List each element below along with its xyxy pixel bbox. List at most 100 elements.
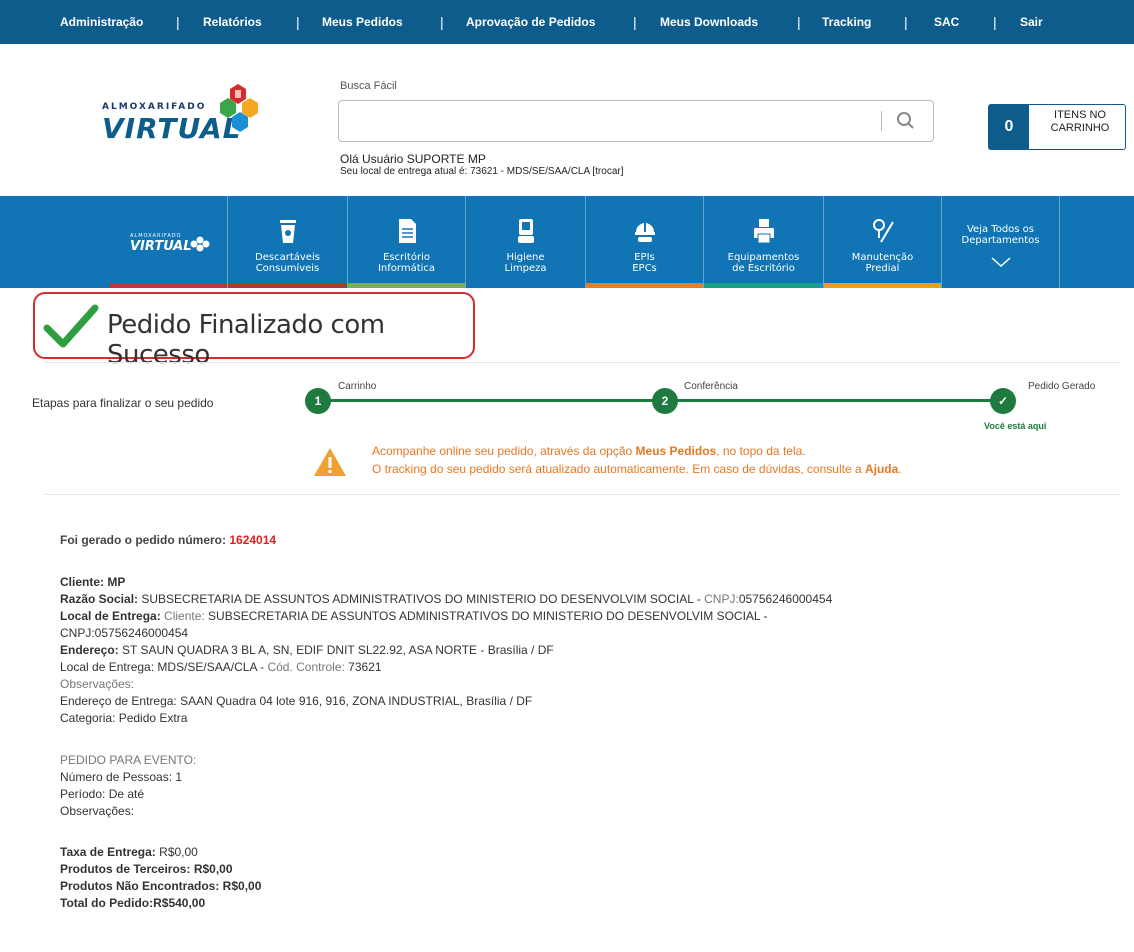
dept-label-line2: Limpeza bbox=[504, 263, 547, 274]
dept-manutencao[interactable]: Manutenção Predial bbox=[824, 196, 942, 288]
end-entrega-label: Endereço de Entrega: bbox=[60, 694, 177, 708]
nav-relatorios[interactable]: Relatórios bbox=[203, 0, 262, 44]
notice-link-ajuda[interactable]: Ajuda bbox=[865, 462, 898, 476]
step-label-pedido-gerado: Pedido Gerado bbox=[1028, 381, 1096, 392]
search-label: Busca Fácil bbox=[340, 80, 397, 92]
total-nao-encontrados: Produtos Não Encontrados: R$0,00 bbox=[60, 879, 261, 893]
nav-meus-pedidos[interactable]: Meus Pedidos bbox=[322, 0, 403, 44]
nav-separator: | bbox=[904, 14, 908, 30]
dept-label-line1: Equipamentos bbox=[727, 252, 800, 263]
end-entrega-value: SAAN Quadra 04 lote 916, 916, ZONA INDUS… bbox=[176, 694, 533, 708]
cart-label-line1: ITENS NO bbox=[1054, 109, 1106, 121]
dept-epis[interactable]: EPIs EPCs bbox=[586, 196, 704, 288]
cnpj-label: CNPJ: bbox=[704, 592, 739, 606]
dept-label: Manutenção Predial bbox=[824, 252, 941, 274]
endereco-value: ST SAUN QUADRA 3 BL A, SN, EDIF DNIT SL2… bbox=[118, 643, 554, 657]
total-taxa-entrega: Taxa de Entrega: R$0,00 bbox=[60, 845, 198, 859]
nav-separator: | bbox=[797, 14, 801, 30]
dept-strip bbox=[586, 283, 703, 288]
dept-label-line1: Manutenção bbox=[851, 252, 914, 263]
dept-label-line2: Predial bbox=[865, 263, 900, 274]
notice-link-meus-pedidos[interactable]: Meus Pedidos bbox=[636, 444, 717, 458]
dept-label: Higiene Limpeza bbox=[466, 252, 585, 274]
nav-administracao[interactable]: Administração bbox=[60, 0, 143, 44]
helmet-icon bbox=[634, 222, 655, 242]
nav-tracking[interactable]: Tracking bbox=[822, 0, 871, 44]
dept-label-line1: Escritório bbox=[383, 252, 430, 263]
order-razao-social: Razão Social: SUBSECRETARIA DE ASSUNTOS … bbox=[60, 592, 832, 606]
nao-enc-value: R$0,00 bbox=[219, 879, 262, 893]
dept-label: Descartáveis Consumíveis bbox=[228, 252, 347, 274]
printer-icon bbox=[753, 219, 774, 244]
dept-veja-todos[interactable]: Veja Todos os Departamentos bbox=[942, 196, 1060, 288]
dept-label: Veja Todos os Departamentos bbox=[942, 224, 1059, 246]
dept-label: EPIs EPCs bbox=[586, 252, 703, 274]
notice-line-2: O tracking do seu pedido será atualizado… bbox=[372, 462, 902, 476]
success-banner: Pedido Finalizado com Sucesso bbox=[33, 292, 475, 370]
taxa-label: Taxa de Entrega: bbox=[60, 845, 156, 859]
cart-button[interactable]: 0 ITENS NO CARRINHO bbox=[988, 104, 1126, 150]
tools-icon bbox=[872, 219, 894, 243]
step-label-conferencia: Conferência bbox=[684, 381, 738, 392]
chevron-down-icon bbox=[991, 257, 1011, 268]
order-endereco-entrega: Endereço de Entrega: SAAN Quadra 04 lote… bbox=[60, 694, 532, 708]
search-input[interactable] bbox=[347, 109, 867, 133]
nav-sair[interactable]: Sair bbox=[1020, 0, 1043, 44]
dept-escritorio[interactable]: Escritório Informática bbox=[348, 196, 466, 288]
nao-enc-label: Produtos Não Encontrados: bbox=[60, 879, 220, 893]
dept-equipamentos[interactable]: Equipamentos de Escritório bbox=[704, 196, 824, 288]
dept-home[interactable]: ALMOXARIFADO VIRTUAL bbox=[110, 196, 228, 288]
nav-separator: | bbox=[440, 14, 444, 30]
nav-meus-downloads[interactable]: Meus Downloads bbox=[660, 0, 758, 44]
document-icon bbox=[398, 219, 416, 243]
local2-value: MDS/SE/SAA/CLA - bbox=[154, 660, 268, 674]
order-categoria: Categoria: Pedido Extra bbox=[60, 711, 187, 725]
total-produtos-terceiros: Produtos de Terceiros: R$0,00 bbox=[60, 862, 233, 876]
dept-higiene[interactable]: Higiene Limpeza bbox=[466, 196, 586, 288]
dept-label-line1: Veja Todos os bbox=[966, 224, 1034, 235]
site-logo[interactable]: ALMOXARIFADO VIRTUAL bbox=[102, 82, 262, 154]
dept-label: Equipamentos de Escritório bbox=[704, 252, 823, 274]
categoria-value: Pedido Extra bbox=[115, 711, 188, 725]
user-greeting: Olá Usuário SUPORTE MP bbox=[340, 152, 486, 166]
virtual-logo-icon: ALMOXARIFADO VIRTUAL bbox=[130, 233, 210, 254]
step-circle-1: 1 bbox=[305, 388, 331, 414]
warning-icon bbox=[314, 448, 346, 476]
dept-strip bbox=[348, 283, 465, 288]
event-title: PEDIDO PARA EVENTO: bbox=[60, 753, 197, 767]
check-icon bbox=[43, 304, 99, 348]
divider bbox=[44, 494, 1120, 495]
dept-strip bbox=[466, 283, 585, 288]
logo-small-text: ALMOXARIFADO bbox=[102, 102, 207, 112]
order-local-entrega-2: Local de Entrega: MDS/SE/SAA/CLA - Cód. … bbox=[60, 660, 382, 674]
total-value: R$540,00 bbox=[153, 896, 206, 910]
logo-hexagon-icon bbox=[220, 84, 258, 132]
dept-descartaveis[interactable]: Descartáveis Consumíveis bbox=[228, 196, 348, 288]
dept-label-line2: Consumíveis bbox=[255, 263, 320, 274]
dept-strip bbox=[110, 283, 227, 288]
delivery-location[interactable]: Seu local de entrega atual é: 73621 - MD… bbox=[340, 166, 624, 177]
nav-aprovacao-pedidos[interactable]: Aprovação de Pedidos bbox=[466, 0, 595, 44]
dept-label-line2: Departamentos bbox=[961, 235, 1040, 246]
nav-separator: | bbox=[296, 14, 300, 30]
cart-count: 0 bbox=[989, 105, 1029, 149]
notice-text: . bbox=[898, 462, 902, 476]
nav-separator: | bbox=[993, 14, 997, 30]
categoria-label: Categoria: bbox=[60, 711, 116, 725]
search-divider bbox=[881, 111, 882, 131]
nav-sac[interactable]: SAC bbox=[934, 0, 959, 44]
notice-text: , no topo da tela. bbox=[716, 444, 806, 458]
cart-label: ITENS NO CARRINHO bbox=[1037, 109, 1123, 135]
current-step-marker: Você está aqui bbox=[984, 421, 1047, 431]
top-navigation-bar: Administração | Relatórios | Meus Pedido… bbox=[0, 0, 1134, 44]
search-button[interactable] bbox=[891, 107, 921, 135]
notice-line-1: Acompanhe online seu pedido, através da … bbox=[372, 444, 806, 458]
event-periodo: Período: De até bbox=[60, 787, 145, 801]
local-entrega-label: Local de Entrega: bbox=[60, 609, 161, 623]
dept-strip bbox=[704, 283, 823, 288]
step-circle-2: 2 bbox=[652, 388, 678, 414]
order-endereco: Endereço: ST SAUN QUADRA 3 BL A, SN, EDI… bbox=[60, 643, 554, 657]
local2-label: Local de Entrega: bbox=[60, 660, 155, 674]
total-pedido: Total do Pedido:R$540,00 bbox=[60, 896, 205, 910]
nav-separator: | bbox=[176, 14, 180, 30]
